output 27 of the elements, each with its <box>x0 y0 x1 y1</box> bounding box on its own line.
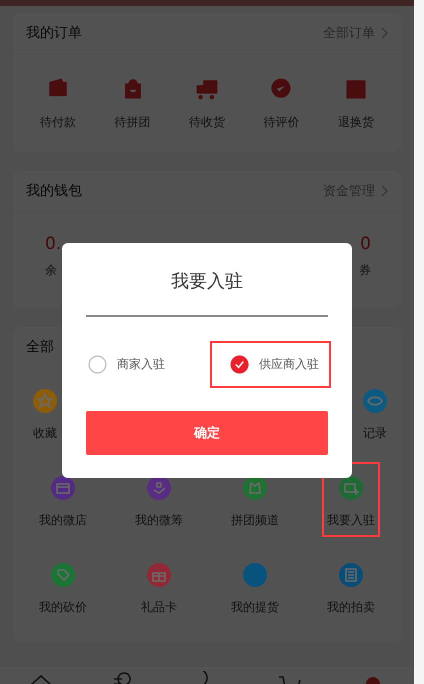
confirm-button[interactable]: 确定 <box>86 411 328 455</box>
chevron-icon <box>381 185 388 197</box>
wallet-amount: 0 <box>360 234 371 254</box>
radio-option[interactable]: 商家入驻 <box>86 341 177 388</box>
radio-icon <box>88 355 107 374</box>
order-status-item[interactable]: 待评价 <box>251 76 312 131</box>
tool-item[interactable]: 我的砍价 <box>27 559 99 620</box>
order-status-item[interactable]: 待收货 <box>176 76 237 131</box>
radio-option[interactable]: 供应商入驻 <box>210 341 331 388</box>
order-status-item[interactable]: 待拼团 <box>102 76 163 131</box>
dialog-title: 我要入驻 <box>171 270 243 293</box>
section-title: 全部 <box>26 338 54 356</box>
tool-item[interactable]: 礼品卡 <box>123 559 195 620</box>
chevron-icon <box>381 27 388 39</box>
section-title: 我的订单 <box>26 24 82 42</box>
order-status-item[interactable]: 退换货 <box>326 76 386 131</box>
tool-item[interactable]: 我的提货 <box>219 559 291 620</box>
wallet-amount: 0. <box>45 234 62 254</box>
tool-item[interactable]: 我的微筹 <box>123 472 195 533</box>
wallet-label: 券 <box>359 262 371 279</box>
tool-item[interactable]: 我的微店 <box>27 472 99 533</box>
tool-item[interactable]: 我的拍卖 <box>315 559 387 620</box>
tool-item[interactable]: 拼团频道 <box>219 472 291 533</box>
checked-radio-icon <box>230 355 249 374</box>
section-title: 我的钱包 <box>26 182 82 200</box>
wallet-label: 余 <box>45 262 57 279</box>
order-status-item[interactable]: 待付款 <box>28 76 88 131</box>
